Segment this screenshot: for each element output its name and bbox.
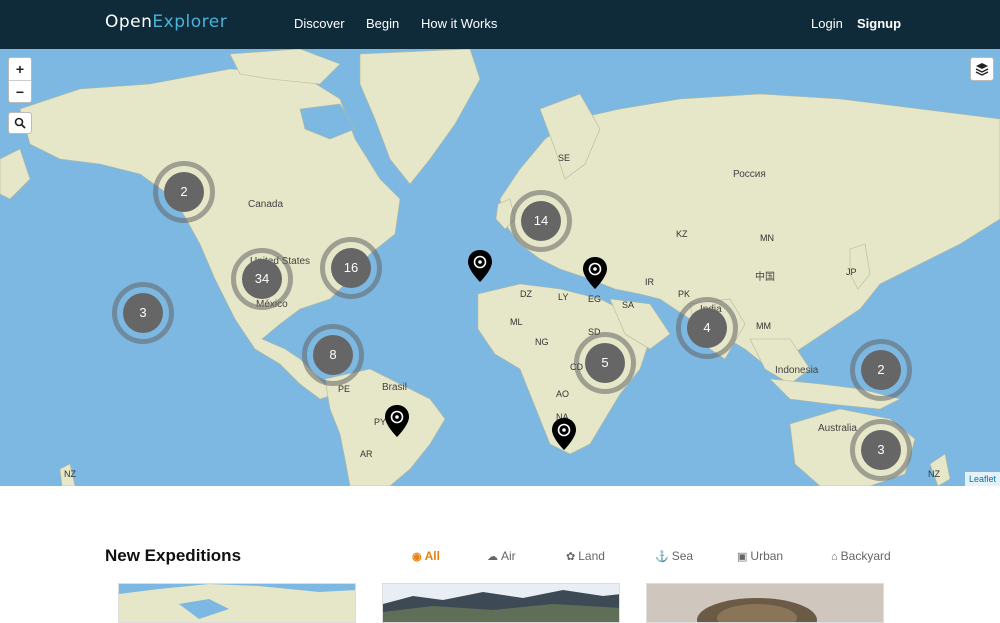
zoom-out-button[interactable]: − (9, 81, 31, 103)
cluster-marker[interactable]: 5 (574, 332, 636, 394)
cluster-marker[interactable]: 2 (850, 339, 912, 401)
nav-signup[interactable]: Signup (857, 16, 901, 31)
cluster-marker[interactable]: 34 (231, 248, 293, 310)
label-eg: EG (588, 294, 602, 304)
anchor-icon: ⚓ (655, 551, 669, 563)
label-dz: DZ (520, 289, 532, 299)
cluster-count: 4 (687, 308, 727, 348)
filter-label: Air (501, 549, 516, 563)
expedition-card[interactable] (382, 583, 620, 623)
nav-login[interactable]: Login (811, 16, 843, 31)
filter-label: Urban (750, 549, 784, 563)
label-canada: Canada (248, 199, 284, 210)
label-ar: AR (360, 449, 373, 459)
nav-how-it-works[interactable]: How it Works (421, 16, 497, 31)
cluster-count: 2 (164, 172, 204, 212)
new-expeditions-title: New Expeditions (105, 546, 242, 565)
cluster-marker[interactable]: 4 (676, 297, 738, 359)
label-russia: Россия (733, 169, 766, 180)
label-nz-right: NZ (928, 469, 940, 479)
expedition-card[interactable] (118, 583, 356, 623)
map-pin-icon[interactable] (467, 249, 493, 283)
expedition-mountain-photo (383, 584, 619, 622)
label-australia: Australia (818, 423, 857, 434)
layers-button[interactable] (970, 57, 994, 81)
cluster-marker[interactable]: 3 (850, 419, 912, 481)
nav-begin[interactable]: Begin (366, 16, 399, 31)
filter-label: Sea (671, 549, 694, 563)
filter-air[interactable]: ☁ Air (487, 549, 516, 563)
label-ng: NG (535, 337, 549, 347)
filter-label: Backyard (840, 549, 891, 563)
home-icon: ⌂ (831, 551, 838, 563)
label-ml: ML (510, 317, 523, 327)
filter-backyard[interactable]: ⌂ Backyard (831, 549, 891, 563)
map-pin-icon[interactable] (582, 256, 608, 290)
building-icon: ▣ (737, 551, 748, 563)
label-se: SE (558, 153, 571, 163)
cluster-marker[interactable]: 3 (112, 282, 174, 344)
map-search-button[interactable] (8, 112, 32, 134)
cluster-marker[interactable]: 2 (153, 161, 215, 223)
expedition-photo (647, 584, 883, 622)
filter-label: All (424, 549, 440, 563)
layers-icon (975, 63, 989, 76)
cluster-count: 3 (861, 430, 901, 470)
logo-explorer-text: Explorer (152, 12, 228, 32)
label-jp: JP (846, 267, 857, 277)
label-mm: MM (756, 321, 771, 331)
label-ly: LY (558, 292, 569, 302)
label-brasil: Brasil (382, 382, 408, 393)
leaf-icon: ✿ (566, 551, 576, 563)
label-ir: IR (645, 277, 654, 287)
map-pin-icon[interactable] (384, 404, 410, 438)
label-nz-left: NZ (64, 469, 76, 479)
cluster-marker[interactable]: 14 (510, 190, 572, 252)
label-ao: AO (556, 389, 570, 399)
top-navbar: OpenExplorer Discover Begin How it Works… (0, 0, 1000, 49)
map-pin-icon[interactable] (551, 417, 577, 451)
cluster-count: 14 (521, 201, 561, 241)
cluster-count: 16 (331, 248, 371, 288)
logo[interactable]: OpenExplorer (105, 12, 227, 32)
cluster-count: 2 (861, 350, 901, 390)
globe-icon: ◉ (412, 551, 422, 563)
cluster-count: 8 (313, 335, 353, 375)
cluster-count: 34 (242, 259, 282, 299)
label-sa: SA (622, 300, 635, 310)
label-mn: MN (760, 233, 774, 243)
filter-sea[interactable]: ⚓ Sea (655, 549, 693, 563)
filter-land[interactable]: ✿ Land (566, 549, 605, 563)
logo-open-text: Open (105, 12, 153, 32)
cloud-icon: ☁ (487, 551, 498, 563)
expedition-card[interactable] (646, 583, 884, 623)
cluster-count: 3 (123, 293, 163, 333)
cluster-count: 5 (585, 343, 625, 383)
leaflet-attribution-link[interactable]: Leaflet (964, 472, 1000, 486)
label-china: 中国 (755, 272, 775, 283)
zoom-control: + − (8, 57, 32, 103)
expedition-map-thumbnail (119, 584, 355, 622)
cluster-marker[interactable]: 16 (320, 237, 382, 299)
search-icon (14, 117, 26, 129)
zoom-in-button[interactable]: + (9, 58, 31, 80)
cluster-marker[interactable]: 8 (302, 324, 364, 386)
filter-urban[interactable]: ▣ Urban (737, 549, 783, 563)
label-pe: PE (338, 384, 351, 394)
label-indonesia: Indonesia (775, 365, 819, 376)
nav-discover[interactable]: Discover (294, 16, 345, 31)
filter-label: Land (578, 549, 605, 563)
filter-all[interactable]: ◉ All (412, 549, 440, 563)
label-kz: KZ (676, 229, 688, 239)
world-map[interactable]: Canada United States México Brasil Росси… (0, 49, 1000, 486)
label-pk: PK (678, 289, 691, 299)
